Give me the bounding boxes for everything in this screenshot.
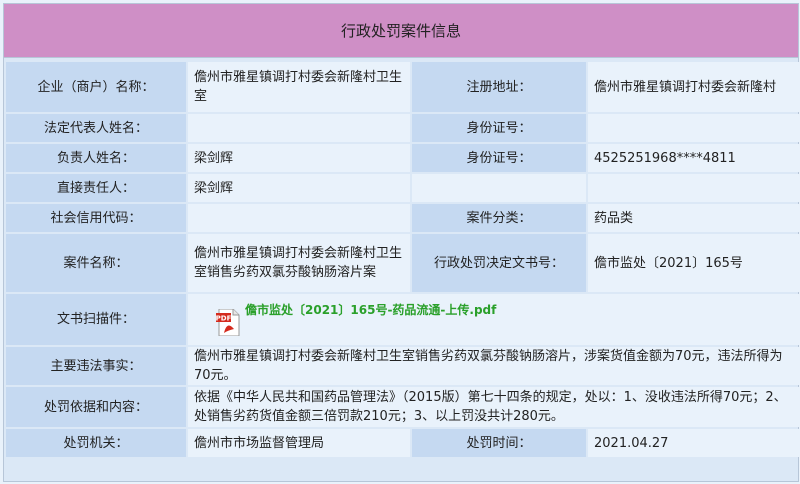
principal-label: 负责人姓名： [6,144,186,172]
scan-file-link[interactable]: 儋市监处〔2021〕165号-药品流通-上传.pdf [245,301,496,320]
case-name-label: 案件名称： [6,234,186,292]
credit-code-label: 社会信用代码： [6,204,186,232]
table-row: 法定代表人姓名： 身份证号： [6,114,800,142]
decision-number-label: 行政处罚决定文书号： [412,234,586,292]
table-row: 文书扫描件： PDF 儋市监处〔2021〕165号-药品流通-上传.pdf [6,294,800,345]
table-row: 处罚依据和内容： 依据《中华人民共和国药品管理法》（2015版）第七十四条的规定… [6,387,800,427]
decision-number-value: 儋市监处〔2021〕165号 [588,234,800,292]
basis-label: 处罚依据和内容： [6,387,186,427]
company-label: 企业（商户）名称： [6,62,186,112]
table-row: 处罚机关： 儋州市市场监督管理局 处罚时间： 2021.04.27 [6,429,800,457]
reg-address-label: 注册地址： [412,62,586,112]
authority-label: 处罚机关： [6,429,186,457]
principal-id-label: 身份证号： [412,144,586,172]
table-row: 企业（商户）名称： 儋州市雅星镇调打村委会新隆村卫生室 注册地址： 儋州市雅星镇… [6,62,800,112]
page-title: 行政处罚案件信息 [4,4,798,58]
table-row: 直接责任人： 梁剑辉 [6,174,800,202]
legal-rep-value [188,114,410,142]
credit-code-value [188,204,410,232]
principal-id-value: 4525251968****4811 [588,144,800,172]
scan-cell: PDF 儋市监处〔2021〕165号-药品流通-上传.pdf [188,294,800,345]
penalty-time-value: 2021.04.27 [588,429,800,457]
svg-text:PDF: PDF [216,315,232,323]
table-row: 负责人姓名： 梁剑辉 身份证号： 4525251968****4811 [6,144,800,172]
case-info-table: 企业（商户）名称： 儋州市雅星镇调打村委会新隆村卫生室 注册地址： 儋州市雅星镇… [4,60,800,459]
facts-value: 儋州市雅星镇调打村委会新隆村卫生室销售劣药双氯芬酸钠肠溶片，涉案货值金额为70元… [188,347,800,385]
table-row: 社会信用代码： 案件分类： 药品类 [6,204,800,232]
case-category-label: 案件分类： [412,204,586,232]
reg-address-value: 儋州市雅星镇调打村委会新隆村 [588,62,800,112]
table-row: 主要违法事实： 儋州市雅星镇调打村委会新隆村卫生室销售劣药双氯芬酸钠肠溶片，涉案… [6,347,800,385]
case-info-panel: 行政处罚案件信息 企业（商户）名称： 儋州市雅星镇调打村委会新隆村卫生室 注册地… [3,3,800,482]
penalty-time-label: 处罚时间： [412,429,586,457]
table-row: 案件名称： 儋州市雅星镇调打村委会新隆村卫生室销售劣药双氯芬酸钠肠溶片案 行政处… [6,234,800,292]
empty-cell [412,174,586,202]
empty-cell [588,174,800,202]
basis-value: 依据《中华人民共和国药品管理法》（2015版）第七十四条的规定，处以：1、没收违… [188,387,800,427]
pdf-icon[interactable]: PDF [216,309,241,336]
company-value: 儋州市雅星镇调打村委会新隆村卫生室 [188,62,410,112]
direct-responsible-value: 梁剑辉 [188,174,410,202]
case-category-value: 药品类 [588,204,800,232]
principal-value: 梁剑辉 [188,144,410,172]
legal-rep-label: 法定代表人姓名： [6,114,186,142]
id-number-value [588,114,800,142]
id-number-label: 身份证号： [412,114,586,142]
direct-responsible-label: 直接责任人： [6,174,186,202]
facts-label: 主要违法事实： [6,347,186,385]
authority-value: 儋州市市场监督管理局 [188,429,410,457]
scan-file[interactable]: PDF 儋市监处〔2021〕165号-药品流通-上传.pdf [194,303,794,336]
scan-label: 文书扫描件： [6,294,186,345]
case-name-value: 儋州市雅星镇调打村委会新隆村卫生室销售劣药双氯芬酸钠肠溶片案 [188,234,410,292]
